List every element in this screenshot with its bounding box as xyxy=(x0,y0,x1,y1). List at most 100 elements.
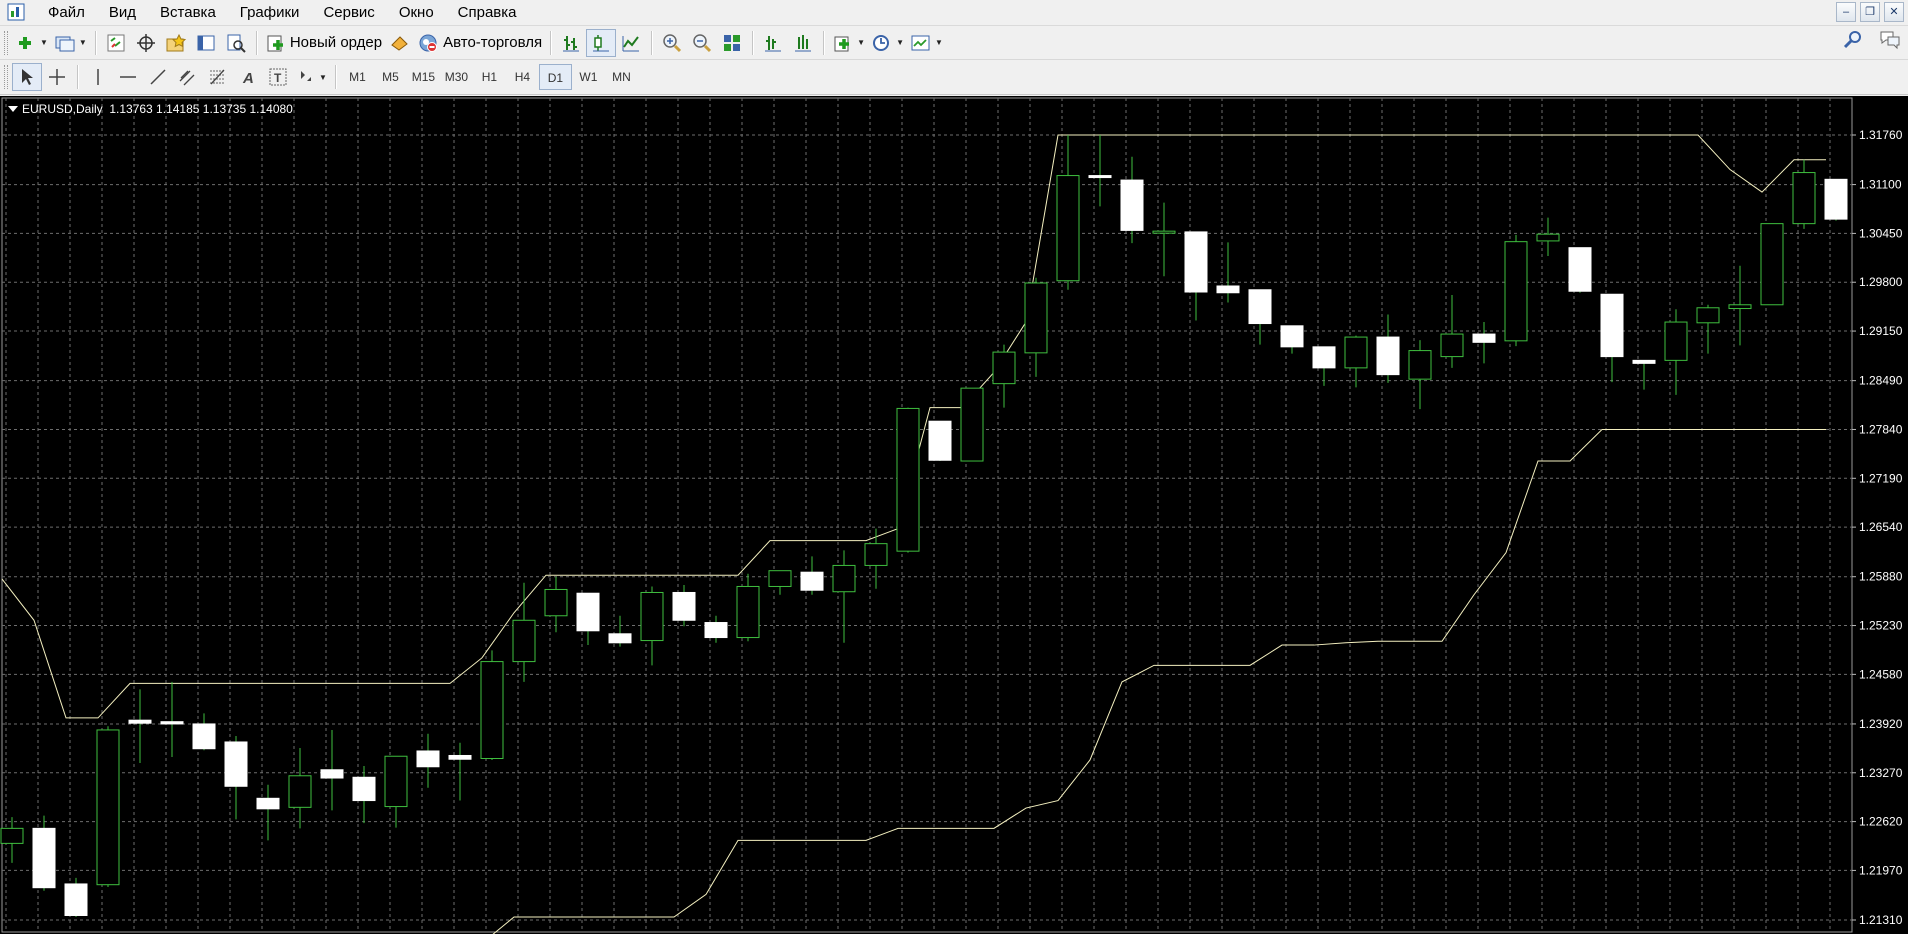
price-tick-label: 1.22620 xyxy=(1859,815,1903,829)
market-watch-button[interactable] xyxy=(101,29,131,57)
fibonacci-icon xyxy=(210,69,225,85)
new-order-button[interactable]: Новый ордер xyxy=(262,29,385,57)
chart-window[interactable]: 1.31760 1.31100 1.30450 1.29800 1.29150 1.284… xyxy=(0,96,1908,934)
search-icon[interactable] xyxy=(1842,29,1864,51)
text-button[interactable]: A xyxy=(233,63,263,91)
horizontal-line-button[interactable] xyxy=(113,63,143,91)
text-label-icon: T xyxy=(269,68,287,86)
crosshair-button[interactable] xyxy=(42,63,72,91)
candle-bear xyxy=(928,420,952,461)
toolbar-separator xyxy=(752,30,754,55)
price-tick-label: 1.21310 xyxy=(1859,913,1903,927)
market-watch-icon xyxy=(107,34,125,51)
candle-bull xyxy=(1664,321,1688,361)
timeframe-mn[interactable]: MN xyxy=(605,64,638,90)
autoscroll-button[interactable] xyxy=(788,29,818,57)
line-chart-button[interactable] xyxy=(616,29,646,57)
zoom-out-icon xyxy=(693,33,712,52)
arrows-button[interactable]: ▼ xyxy=(293,63,330,91)
metaeditor-button[interactable] xyxy=(385,29,415,57)
close-icon[interactable]: ✕ xyxy=(1884,2,1904,22)
minimize-icon[interactable]: – xyxy=(1836,2,1856,22)
candle-bear xyxy=(416,750,440,768)
timeframe-m5[interactable]: M5 xyxy=(374,64,407,90)
chat-icon[interactable] xyxy=(1878,29,1902,51)
candle-bear xyxy=(608,633,632,644)
candle-bear xyxy=(32,827,56,889)
equidistant-channel-button[interactable] xyxy=(173,63,203,91)
fibonacci-button[interactable] xyxy=(203,63,233,91)
candle-bull xyxy=(1728,304,1752,310)
candle-bear xyxy=(320,769,344,779)
new-chart-button[interactable]: ▼ xyxy=(12,29,51,57)
cursor-button[interactable] xyxy=(12,63,42,91)
menu-view[interactable]: Вид xyxy=(97,0,148,26)
profiles-button[interactable]: ▼ xyxy=(51,29,90,57)
navigator-button[interactable] xyxy=(161,29,191,57)
timeframe-h1[interactable]: H1 xyxy=(473,64,506,90)
strategy-tester-button[interactable] xyxy=(221,29,251,57)
candle-bull xyxy=(1024,282,1048,354)
restore-icon[interactable]: ❐ xyxy=(1860,2,1880,22)
candle-bear xyxy=(1312,346,1336,369)
indicators-button[interactable]: ▼ xyxy=(829,29,868,57)
candle-bull xyxy=(832,564,856,593)
cursor-icon xyxy=(22,69,33,85)
price-tick-label: 1.31760 xyxy=(1859,128,1903,142)
toolbar-separator xyxy=(651,30,653,55)
text-label-button[interactable]: T xyxy=(263,63,293,91)
timeframe-w1[interactable]: W1 xyxy=(572,64,605,90)
tile-windows-button[interactable] xyxy=(717,29,747,57)
menu-tools[interactable]: Сервис xyxy=(311,0,386,26)
menu-charts[interactable]: Графики xyxy=(228,0,312,26)
price-tick-label: 1.24580 xyxy=(1859,667,1903,681)
toolbar-grip[interactable] xyxy=(4,30,8,55)
periods-button[interactable]: ▼ xyxy=(868,29,907,57)
candle-bear xyxy=(672,591,696,621)
candle-bull xyxy=(96,729,120,886)
autotrading-icon xyxy=(419,34,438,52)
data-window-button[interactable] xyxy=(131,29,161,57)
timeframe-d1[interactable]: D1 xyxy=(538,64,572,90)
timeframe-m30[interactable]: M30 xyxy=(440,64,473,90)
candle-bear xyxy=(1280,325,1304,348)
price-tick-label: 1.28490 xyxy=(1859,374,1903,388)
timeframe-m15[interactable]: M15 xyxy=(407,64,440,90)
candle-bear xyxy=(1632,359,1656,364)
price-tick-label: 1.29800 xyxy=(1859,275,1903,289)
candle-bear xyxy=(576,592,600,632)
price-tick-label: 1.26540 xyxy=(1859,520,1903,534)
vertical-line-button[interactable] xyxy=(83,63,113,91)
candle-bear xyxy=(1568,247,1592,292)
candle-bull xyxy=(1056,175,1080,282)
zoom-out-button[interactable] xyxy=(687,29,717,57)
toolbar-separator xyxy=(77,65,78,89)
toolbar-separator xyxy=(823,30,825,55)
chart-header-dropdown-icon[interactable] xyxy=(8,106,18,112)
price-tick-label: 1.30450 xyxy=(1859,226,1903,240)
trendline-button[interactable] xyxy=(143,63,173,91)
toolbar-right xyxy=(1842,29,1902,51)
candle-bear xyxy=(160,721,184,725)
candle-bull xyxy=(1152,230,1176,234)
price-tick-label: 1.23270 xyxy=(1859,766,1903,780)
bar-chart-button[interactable] xyxy=(556,29,586,57)
templates-button[interactable]: ▼ xyxy=(907,29,946,57)
timeframe-h4[interactable]: H4 xyxy=(506,64,539,90)
text-icon: A xyxy=(242,70,254,87)
menu-help[interactable]: Справка xyxy=(446,0,529,26)
zoom-in-button[interactable] xyxy=(657,29,687,57)
menu-window[interactable]: Окно xyxy=(387,0,446,26)
price-chart[interactable]: 1.31760 1.31100 1.30450 1.29800 1.29150 1.284… xyxy=(0,96,1908,934)
candle-bear xyxy=(64,883,88,916)
periods-icon xyxy=(873,34,890,51)
chart-shift-button[interactable] xyxy=(758,29,788,57)
timeframe-m1[interactable]: M1 xyxy=(341,64,374,90)
terminal-button[interactable] xyxy=(191,29,221,57)
window-controls: – ❐ ✕ xyxy=(1836,2,1908,22)
toolbar-grip[interactable] xyxy=(4,65,8,89)
menu-file[interactable]: Файл xyxy=(36,0,97,26)
menu-insert[interactable]: Вставка xyxy=(148,0,228,26)
autotrading-button[interactable]: Авто-торговля xyxy=(415,29,545,57)
candlestick-chart-button[interactable] xyxy=(586,28,617,57)
